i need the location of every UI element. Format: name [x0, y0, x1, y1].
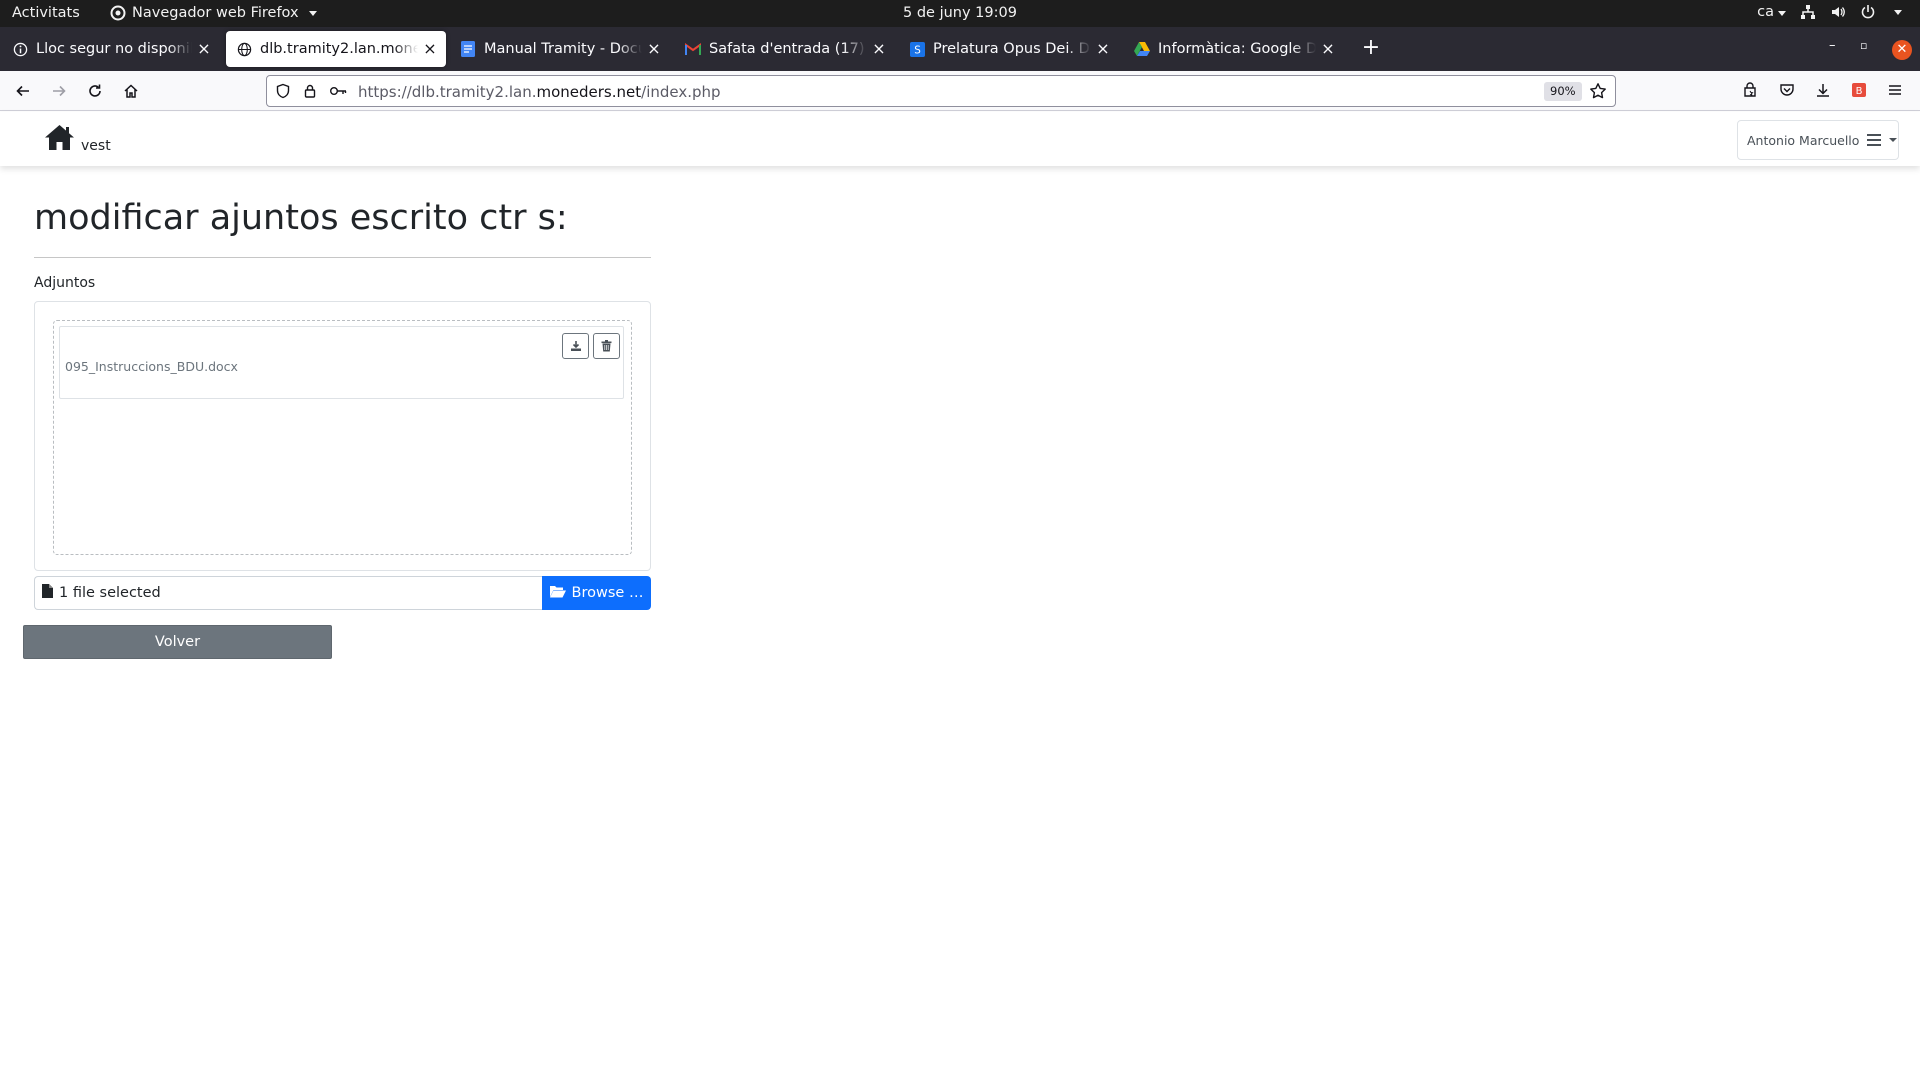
url-bar[interactable]: https://dlb.tramity2.lan.moneders.net/in… — [266, 75, 1616, 107]
close-tab-icon[interactable]: × — [1320, 41, 1336, 57]
power-icon — [1860, 4, 1876, 20]
hamburger-icon — [1867, 134, 1882, 146]
volume-icon — [1830, 4, 1846, 20]
tab-label: Safata d'entrada (17) - jordi — [709, 41, 867, 57]
lock-icon[interactable] — [302, 83, 318, 103]
input-language-label: ca — [1757, 4, 1774, 20]
browse-button[interactable]: Browse … — [542, 576, 651, 610]
window-close-icon[interactable]: ✕ — [1892, 40, 1912, 60]
file-name: 095_Instruccions_BDU.docx — [65, 359, 238, 374]
tab-label: Informàtica: Google Drive — [1158, 41, 1316, 57]
browse-label: Browse … — [571, 585, 644, 601]
back-button[interactable]: Volver — [23, 625, 332, 659]
downloads-icon[interactable] — [1815, 82, 1831, 102]
url-text[interactable]: https://dlb.tramity2.lan.moneders.net/in… — [358, 83, 721, 101]
tab-item[interactable]: Safata d'entrada (17) - jordi × — [675, 31, 895, 67]
url-path: /index.php — [641, 83, 721, 101]
tab-label: dlb.tramity2.lan.moneders.net — [260, 41, 418, 57]
chevron-down-icon — [1778, 11, 1786, 16]
info-icon — [12, 41, 28, 57]
app-header: vest Antonio Marcuello — [0, 112, 1920, 166]
tab-label: Prelatura Opus Dei. Delegació — [933, 41, 1091, 57]
back-icon[interactable] — [14, 82, 32, 100]
reload-icon[interactable] — [86, 82, 104, 100]
network-icon — [1800, 4, 1816, 20]
home-link[interactable]: vest — [44, 124, 111, 155]
extension-badge-icon[interactable]: B — [1851, 82, 1867, 102]
tab-item-active[interactable]: dlb.tramity2.lan.moneders.net × — [226, 31, 446, 67]
extensions-icon[interactable] — [1742, 82, 1758, 102]
home-icon[interactable] — [122, 82, 140, 100]
file-caption[interactable]: 1 file selected — [34, 576, 542, 610]
pocket-icon[interactable] — [1779, 82, 1795, 102]
folder-open-icon — [549, 585, 566, 602]
url-prefix: https://dlb.tramity2.lan. — [358, 83, 537, 101]
globe-icon — [236, 41, 252, 57]
close-tab-icon[interactable]: × — [646, 41, 662, 57]
google-sites-icon: S — [909, 41, 925, 57]
file-input-group[interactable]: 1 file selected Browse … — [34, 576, 651, 610]
url-domain: moneders.net — [536, 83, 642, 101]
close-tab-icon[interactable]: × — [871, 41, 887, 57]
app-menu-icon[interactable] — [1887, 82, 1903, 102]
chevron-down-icon — [1889, 138, 1898, 142]
user-menu-button[interactable]: Antonio Marcuello — [1737, 120, 1899, 160]
tab-item[interactable]: Manual Tramity - Documentos de Google × — [450, 31, 670, 67]
close-tab-icon[interactable]: × — [1095, 41, 1111, 57]
file-icon — [42, 584, 53, 602]
tab-strip: Lloc segur no disponible × dlb.tramity2.… — [0, 27, 1920, 71]
file-drop-zone[interactable]: 095_Instruccions_BDU.docx — [53, 320, 632, 555]
chevron-down-icon — [1894, 9, 1902, 15]
trash-icon — [601, 340, 612, 352]
new-tab-icon[interactable]: + — [1360, 37, 1382, 59]
system-tray[interactable]: ca — [1757, 4, 1902, 20]
google-docs-icon — [460, 41, 476, 57]
restore-icon[interactable]: ▫ — [1860, 39, 1867, 52]
tracking-shield-icon[interactable] — [275, 83, 291, 103]
bookmark-star-icon[interactable] — [1589, 82, 1607, 104]
close-tab-icon[interactable]: × — [196, 41, 212, 57]
delete-button[interactable] — [593, 333, 620, 359]
key-icon[interactable] — [329, 83, 347, 103]
file-caption-text: 1 file selected — [59, 585, 161, 601]
svg-text:S: S — [914, 44, 921, 56]
tab-item[interactable]: S Prelatura Opus Dei. Delegació × — [899, 31, 1119, 67]
forward-icon[interactable] — [50, 82, 68, 100]
google-drive-icon — [1134, 41, 1150, 57]
download-button[interactable] — [562, 333, 589, 359]
home-icon — [44, 124, 75, 155]
file-preview: 095_Instruccions_BDU.docx — [59, 326, 624, 399]
attachments-panel: 095_Instruccions_BDU.docx — [34, 301, 651, 571]
os-top-bar: Activitats Navegador web Firefox 5 de ju… — [0, 0, 1920, 27]
user-name: Antonio Marcuello — [1747, 132, 1860, 148]
tab-label: Manual Tramity - Documentos de Google — [484, 41, 642, 57]
download-icon — [570, 341, 581, 351]
attachments-label: Adjuntos — [34, 275, 96, 291]
input-language[interactable]: ca — [1757, 4, 1786, 20]
home-label: vest — [81, 138, 111, 154]
zoom-level-badge[interactable]: 90% — [1544, 82, 1582, 101]
svg-text:B: B — [1856, 86, 1863, 97]
tab-item[interactable]: Informàtica: Google Drive × — [1124, 31, 1344, 67]
gmail-icon — [685, 41, 701, 57]
title-divider — [34, 257, 651, 258]
tab-label: Lloc segur no disponible — [36, 41, 192, 57]
tab-item[interactable]: Lloc segur no disponible × — [2, 31, 220, 67]
minimize-icon[interactable]: – — [1829, 38, 1836, 53]
navigation-toolbar: https://dlb.tramity2.lan.moneders.net/in… — [0, 71, 1920, 111]
clock[interactable]: 5 de juny 19:09 — [0, 5, 1920, 21]
close-tab-icon[interactable]: × — [422, 41, 438, 57]
page-title: modificar ajuntos escrito ctr s: — [34, 198, 568, 238]
